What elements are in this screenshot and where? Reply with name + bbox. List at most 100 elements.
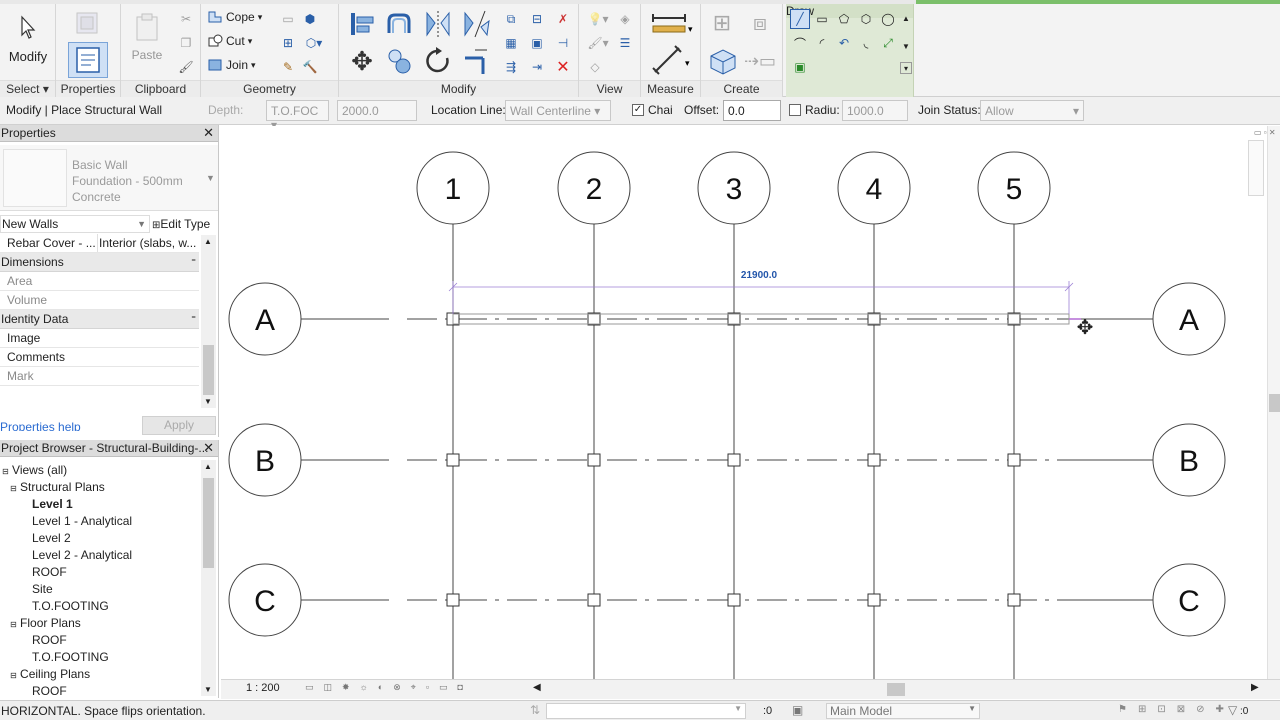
offset-field[interactable]: 0.0 — [723, 100, 781, 121]
browser-scroll-thumb[interactable] — [203, 478, 214, 568]
scroll-right-icon[interactable]: ▶ — [1251, 682, 1259, 693]
draw-scroll-down[interactable]: ▼ — [900, 40, 912, 52]
geometry-tool-d[interactable]: ⬡▾ — [301, 34, 327, 52]
structural-plan-canvas[interactable]: 1 2 3 4 5 A A B B C C 21900.0 ✥ — [221, 126, 1267, 679]
tree-level-2-analytical[interactable]: Level 2 - Analytical — [32, 547, 132, 563]
column-C4[interactable] — [867, 593, 881, 607]
measure-button[interactable]: ▾ — [647, 8, 695, 38]
extend-button[interactable]: ⇥ — [527, 58, 547, 76]
column-A2[interactable] — [587, 312, 601, 326]
pin-button[interactable]: ⊣ — [553, 34, 573, 52]
delete-button[interactable]: ✕ — [553, 58, 573, 76]
create-parts-button[interactable] — [705, 42, 741, 78]
location-line-dropdown[interactable]: Wall Centerline ▾ — [505, 100, 611, 121]
filter-icon[interactable]: ▽ — [1228, 703, 1237, 717]
view-scroll-thumb[interactable] — [1269, 394, 1280, 412]
dimension-button[interactable]: ▾ — [647, 42, 695, 78]
paste-button[interactable]: Paste — [127, 8, 167, 66]
column-C5[interactable] — [1007, 593, 1021, 607]
split-gap-button[interactable]: ⊟ — [527, 10, 547, 28]
view-control-icons[interactable]: ▭◫✸☼◐⊗⌖▫▭◘ — [305, 682, 473, 693]
column-B3[interactable] — [727, 453, 741, 467]
cut-button[interactable]: Cut ▾ — [207, 34, 252, 48]
split-button[interactable]: ⧉ — [501, 10, 521, 28]
draw-pick-faces-button[interactable]: ▣ — [790, 57, 810, 77]
column-C3[interactable] — [727, 593, 741, 607]
radius-checkbox[interactable] — [789, 104, 801, 116]
trim-button[interactable] — [459, 44, 493, 78]
column-C2[interactable] — [587, 593, 601, 607]
draw-pick-lines-button[interactable]: ⤢ — [878, 33, 898, 53]
view-vertical-scrollbar[interactable]: ▭ ▫ ✕ — [1248, 126, 1280, 679]
scroll-left-icon[interactable]: ◀ — [533, 682, 541, 693]
tree-fp-roof[interactable]: ROOF — [32, 632, 67, 648]
property-row-image[interactable]: Image — [0, 329, 199, 348]
depth-value-field[interactable]: 2000.0 — [337, 100, 417, 121]
geometry-tool-c[interactable]: ⊞ — [279, 34, 297, 52]
align-button[interactable] — [345, 7, 379, 41]
properties-button[interactable] — [68, 42, 108, 78]
match-properties-button[interactable]: 🖌 — [177, 58, 195, 76]
view-scale[interactable]: 1 : 200 — [246, 682, 280, 694]
copy-modify-button[interactable] — [383, 44, 417, 78]
draw-scroll-up[interactable]: ▲ — [900, 12, 912, 24]
geometry-tool-e[interactable]: ✎ — [279, 58, 297, 76]
geometry-tool-b[interactable]: ⬢ — [301, 10, 319, 28]
move-button[interactable]: ✥ — [345, 44, 379, 78]
scale-button[interactable]: ▣ — [527, 34, 547, 52]
group-dimensions[interactable]: Dimensions ⁼ — [0, 253, 199, 272]
column-B1[interactable] — [446, 453, 460, 467]
edit-type-button[interactable]: ⊞Edit Type — [152, 216, 210, 234]
create-tool-b[interactable]: ⧈ — [743, 8, 777, 38]
browser-scrollbar[interactable]: ▲ ▼ — [201, 460, 216, 696]
create-tool-a[interactable]: ⊞ — [705, 8, 739, 38]
trim-multiple-button[interactable]: ⇶ — [501, 58, 521, 76]
draw-circle-button[interactable]: ◯ — [878, 9, 898, 29]
workset-icon[interactable]: ⇅ — [530, 703, 540, 717]
column-A4[interactable] — [867, 312, 881, 326]
properties-scroll-thumb[interactable] — [203, 345, 214, 395]
design-option-dropdown[interactable]: Main Model ▼ — [826, 703, 980, 719]
group-identity-data[interactable]: Identity Data ⁼ — [0, 310, 199, 329]
navigation-bar[interactable] — [1248, 140, 1264, 196]
draw-rectangle-button[interactable]: ▭ — [812, 9, 832, 29]
column-C1[interactable] — [446, 593, 460, 607]
cope-button[interactable]: Cope ▾ — [207, 10, 262, 24]
draw-circumscribed-polygon-button[interactable]: ⬡ — [856, 9, 876, 29]
apply-button[interactable]: Apply — [142, 416, 216, 435]
column-A5[interactable] — [1007, 312, 1021, 326]
close-icon[interactable]: ✕ — [203, 440, 214, 456]
select-panel-label[interactable]: Select ▾ — [0, 80, 55, 97]
temp-dimension-value[interactable]: 21900.0 — [741, 270, 778, 281]
tree-level-1-analytical[interactable]: Level 1 - Analytical — [32, 513, 132, 529]
workset-dropdown[interactable]: ▼ — [546, 703, 746, 719]
column-A3[interactable] — [727, 312, 741, 326]
tree-cp-roof[interactable]: ROOF — [32, 683, 67, 697]
copy-button[interactable]: ❐ — [177, 34, 195, 52]
tree-fp-tofooting[interactable]: T.O.FOOTING — [32, 649, 109, 665]
property-row-comments[interactable]: Comments — [0, 348, 199, 367]
chain-checkbox[interactable]: ✓ — [632, 104, 644, 116]
unpin-button[interactable]: ✗ — [553, 10, 573, 28]
type-selector[interactable]: Basic Wall Foundation - 500mm Concrete ▼ — [0, 145, 218, 211]
rotate-button[interactable] — [421, 44, 455, 78]
column-B2[interactable] — [587, 453, 601, 467]
draw-fillet-arc-button[interactable]: ◟ — [856, 33, 876, 53]
properties-help-link[interactable]: Properties help — [0, 420, 81, 431]
close-icon[interactable]: ✕ — [203, 125, 214, 141]
tree-ceiling-plans[interactable]: ⊟ Ceiling Plans — [10, 666, 90, 684]
join-button[interactable]: Join ▾ — [207, 58, 256, 72]
modify-button[interactable]: Modify — [4, 8, 52, 70]
column-B4[interactable] — [867, 453, 881, 467]
view-tool-b[interactable]: ◈ — [615, 10, 635, 28]
properties-scrollbar[interactable]: ▲ ▼ — [201, 235, 216, 408]
draw-inscribed-polygon-button[interactable]: ⬠ — [834, 9, 854, 29]
selection-toggle-icons[interactable]: ⚑⊞⊡⊠⊘✚ — [1118, 704, 1235, 715]
create-tool-d[interactable]: ⇢▭ — [744, 46, 776, 76]
view-tool-d[interactable]: ☰ — [615, 34, 635, 52]
draw-arc-tangent-button[interactable]: ↶ — [834, 33, 854, 53]
offset-button[interactable] — [383, 7, 417, 41]
tree-views-all[interactable]: ⊟ Views (all) — [2, 462, 67, 480]
geometry-tool-a[interactable]: ▭ — [279, 10, 297, 28]
draw-expand[interactable]: ▾ — [900, 62, 912, 74]
